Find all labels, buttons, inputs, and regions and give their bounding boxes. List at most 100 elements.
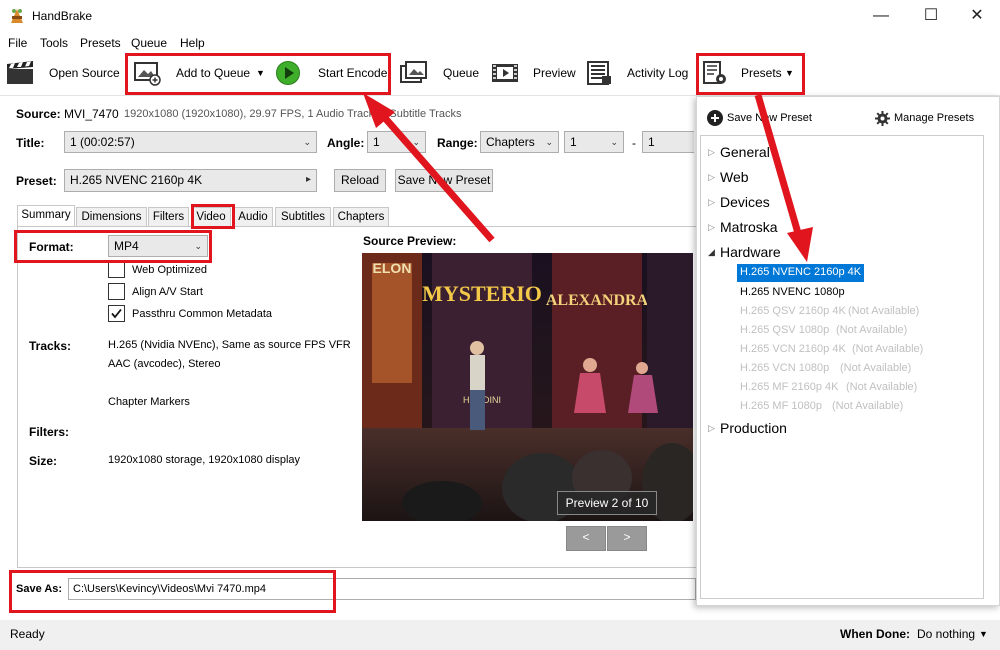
preset-value: H.265 NVENC 2160p 4K <box>70 173 203 187</box>
menu-queue[interactable]: Queue <box>131 36 167 50</box>
when-done-dropdown-icon[interactable]: ▼ <box>979 629 988 639</box>
open-source-button[interactable]: Open Source <box>49 66 120 80</box>
expand-arrow-icon[interactable]: ▷ <box>708 197 715 208</box>
maximize-button[interactable]: ☐ <box>908 4 954 28</box>
add-circle-icon[interactable] <box>707 110 723 126</box>
preview-button[interactable]: Preview <box>533 66 576 80</box>
not-available-note: (Not Available) <box>852 343 924 355</box>
size-value: 1920x1080 storage, 1920x1080 display <box>108 454 301 466</box>
collapse-arrow-icon[interactable]: ◢ <box>708 247 715 258</box>
window-title: HandBrake <box>32 9 93 23</box>
expand-arrow-icon[interactable]: ▷ <box>708 147 715 158</box>
presets-dropdown-icon[interactable]: ▼ <box>785 68 794 78</box>
align-av-checkbox[interactable] <box>108 283 125 300</box>
chevron-down-icon: ⌄ <box>303 137 311 147</box>
angle-select[interactable]: 1 ⌄ <box>367 131 426 153</box>
chevron-down-icon: ⌄ <box>610 137 618 147</box>
chevron-right-icon: ▸ <box>305 174 311 185</box>
range-label: Range: <box>437 136 478 150</box>
checkmark-icon <box>111 308 122 319</box>
preview-caption: Preview 2 of 10 <box>557 491 657 515</box>
save-as-input[interactable]: C:\Users\Kevincy\Videos\Mvi 7470.mp4 <box>68 578 696 600</box>
angle-value: 1 <box>373 135 380 149</box>
save-new-preset-link[interactable]: Save New Preset <box>727 112 812 124</box>
queue-button[interactable]: Queue <box>443 66 479 80</box>
clapperboard-icon[interactable] <box>5 60 35 86</box>
handbrake-logo-icon <box>9 7 25 25</box>
source-info: 1920x1080 (1920x1080), 29.97 FPS, 1 Audi… <box>124 108 462 120</box>
start-encode-button[interactable]: Start Encode <box>318 66 387 80</box>
when-done-select[interactable]: Do nothing <box>917 627 975 641</box>
add-to-queue-button[interactable]: Add to Queue <box>176 66 250 80</box>
preview-prev-button[interactable]: < <box>566 526 606 551</box>
menu-presets[interactable]: Presets <box>80 36 121 50</box>
expand-arrow-icon[interactable]: ▷ <box>708 423 715 434</box>
queue-icon[interactable] <box>399 60 429 86</box>
title-select[interactable]: 1 (00:02:57) ⌄ <box>64 131 317 153</box>
save-as-label: Save As: <box>16 583 63 595</box>
preset-item-unavailable[interactable]: H.265 MF 1080p <box>740 400 822 412</box>
preset-group-production[interactable]: Production <box>720 420 787 436</box>
source-name: MVI_7470 <box>64 107 119 121</box>
menu-file[interactable]: File <box>8 36 27 50</box>
add-to-queue-icon[interactable] <box>132 60 162 86</box>
tab-audio[interactable]: Audio <box>233 207 273 226</box>
menu-help[interactable]: Help <box>180 36 205 50</box>
preset-group-devices[interactable]: Devices <box>720 194 770 210</box>
range-end-value: 1 <box>648 135 655 149</box>
activity-log-icon[interactable] <box>584 60 614 86</box>
preset-item-unavailable[interactable]: H.265 QSV 1080p <box>740 324 829 336</box>
range-type-select[interactable]: Chapters ⌄ <box>480 131 559 153</box>
activity-log-button[interactable]: Activity Log <box>627 66 688 80</box>
tab-dimensions[interactable]: Dimensions <box>76 207 147 226</box>
presets-button[interactable]: Presets <box>741 66 782 80</box>
track-audio: AAC (avcodec), Stereo <box>108 358 221 370</box>
chapter-markers: Chapter Markers <box>108 396 190 408</box>
preset-item-selected[interactable]: H.265 NVENC 2160p 4K <box>737 264 865 282</box>
preset-item-unavailable[interactable]: H.265 QSV 2160p 4K <box>740 305 846 317</box>
tab-video[interactable]: Video <box>191 207 231 226</box>
tab-subtitles[interactable]: Subtitles <box>275 207 331 226</box>
expand-arrow-icon[interactable]: ▷ <box>708 222 715 233</box>
expand-arrow-icon[interactable]: ▷ <box>708 172 715 183</box>
filters-label: Filters: <box>29 425 70 439</box>
preset-item-unavailable[interactable]: H.265 MF 2160p 4K <box>740 381 838 393</box>
tab-filters[interactable]: Filters <box>148 207 189 226</box>
save-new-preset-button[interactable]: Save New Preset <box>395 169 493 192</box>
preset-item-unavailable[interactable]: H.265 VCN 2160p 4K <box>740 343 846 355</box>
tab-chapters[interactable]: Chapters <box>333 207 389 226</box>
menu-tools[interactable]: Tools <box>40 36 68 50</box>
range-start-value: 1 <box>570 135 577 149</box>
film-preview-icon[interactable] <box>490 60 520 86</box>
format-select[interactable]: MP4 ⌄ <box>108 235 208 257</box>
web-optimized-label: Web Optimized <box>132 264 207 276</box>
range-end-select[interactable]: 1 <box>642 131 694 153</box>
gear-icon[interactable] <box>874 110 891 127</box>
range-start-select[interactable]: 1 ⌄ <box>564 131 624 153</box>
preset-item-unavailable[interactable]: H.265 VCN 1080p <box>740 362 829 374</box>
preset-group-hardware[interactable]: Hardware <box>720 244 781 260</box>
preset-selector[interactable]: H.265 NVENC 2160p 4K ▸ <box>64 169 317 192</box>
minimize-button[interactable]: — <box>858 4 904 28</box>
close-button[interactable]: ✕ <box>954 4 1000 28</box>
preset-label: Preset: <box>16 174 57 188</box>
reload-button[interactable]: Reload <box>334 169 386 192</box>
preview-next-button[interactable]: > <box>607 526 647 551</box>
tab-summary[interactable]: Summary <box>17 205 75 227</box>
preset-group-web[interactable]: Web <box>720 169 749 185</box>
angle-label: Angle: <box>327 136 365 150</box>
manage-presets-link[interactable]: Manage Presets <box>894 112 974 124</box>
tracks-label: Tracks: <box>29 339 72 353</box>
play-icon[interactable] <box>276 61 300 85</box>
preset-item[interactable]: H.265 NVENC 1080p <box>740 286 845 298</box>
align-av-label: Align A/V Start <box>132 286 203 298</box>
web-optimized-checkbox[interactable] <box>108 261 125 278</box>
add-to-queue-dropdown-icon[interactable]: ▼ <box>256 68 265 78</box>
chevron-down-icon: ⌄ <box>545 137 553 147</box>
preset-group-matroska[interactable]: Matroska <box>720 219 778 235</box>
alexandra-sign: ALEXANDRA <box>546 292 649 309</box>
passthru-metadata-checkbox[interactable] <box>108 305 125 322</box>
preset-group-general[interactable]: General <box>720 144 770 160</box>
presets-gear-icon[interactable] <box>701 60 731 86</box>
passthru-metadata-label: Passthru Common Metadata <box>132 308 273 320</box>
